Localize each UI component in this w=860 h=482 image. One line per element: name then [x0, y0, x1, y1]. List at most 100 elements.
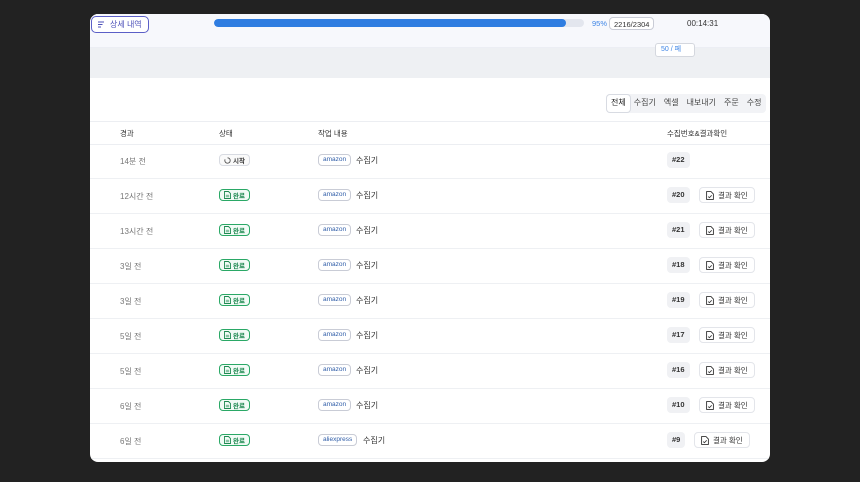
- table-row: 5일 전 완료 amazon 수집기 #16 결과 확인: [90, 353, 770, 389]
- file-check-icon: [706, 225, 714, 235]
- collection-number: #10: [667, 397, 690, 413]
- status-label: 완료: [233, 333, 245, 340]
- view-result-button[interactable]: 결과 확인: [699, 222, 755, 238]
- elapsed-time: 6일 전: [120, 402, 142, 411]
- elapsed-time: 12시간 전: [120, 192, 154, 201]
- status-badge: 완료: [219, 434, 250, 446]
- view-result-button[interactable]: 결과 확인: [699, 362, 755, 378]
- elapsed-time: 14분 전: [120, 157, 146, 166]
- view-result-button[interactable]: 결과 확인: [699, 292, 755, 308]
- view-result-button[interactable]: 결과 확인: [699, 397, 755, 413]
- view-result-label: 결과 확인: [713, 435, 743, 445]
- status-label: 완료: [233, 368, 245, 375]
- table-row: 3일 전 완료 amazon 수집기 #18 결과 확인: [90, 248, 770, 284]
- task-label: 수집기: [356, 226, 379, 235]
- status-badge: 완료: [219, 329, 250, 341]
- filter-tab[interactable]: 수정: [743, 95, 766, 112]
- detail-history-label: 상세 내역: [110, 20, 142, 29]
- document-icon: [224, 401, 231, 409]
- column-task: 작업 내용: [318, 129, 348, 138]
- collection-number: #18: [667, 257, 690, 273]
- site-badge: amazon: [318, 189, 352, 201]
- progress-percent: 95%: [592, 19, 608, 28]
- detail-history-button[interactable]: 상세 내역: [91, 16, 149, 33]
- progress-fill: [214, 19, 566, 27]
- site-badge: amazon: [318, 294, 352, 306]
- task-label: 수집기: [356, 156, 379, 165]
- file-check-icon: [701, 435, 709, 445]
- task-label: 수집기: [356, 296, 379, 305]
- table-header: 경과 상태 작업 내용 수집번호&결과확인: [90, 121, 770, 145]
- table-row: 13시간 전 완료 amazon 수집기 #21 결과 확인: [90, 213, 770, 249]
- filter-tab[interactable]: 수집기: [630, 95, 660, 112]
- elapsed-time: 6일 전: [120, 437, 142, 446]
- filter-tab[interactable]: 주문: [720, 95, 743, 112]
- status-badge: 시작: [219, 154, 250, 166]
- status-label: 완료: [233, 228, 245, 235]
- elapsed-time: 13시간 전: [120, 227, 154, 236]
- site-badge: aliexpress: [318, 434, 358, 446]
- view-result-button[interactable]: 결과 확인: [694, 432, 750, 448]
- progress-count: 2216/2304: [609, 17, 655, 30]
- elapsed-timer: 00:14:31: [687, 19, 719, 28]
- elapsed-time: 3일 전: [120, 262, 142, 271]
- file-check-icon: [706, 260, 714, 270]
- view-result-label: 결과 확인: [718, 295, 748, 305]
- filter-tabs: 전체 수집기 엑셀 내보내기 주문 수정: [606, 94, 767, 113]
- page-size-select[interactable]: 50 / 페: [655, 43, 695, 57]
- collection-number: #17: [667, 327, 690, 343]
- status-label: 완료: [233, 263, 245, 270]
- view-result-label: 결과 확인: [718, 365, 748, 375]
- progress-bar: [214, 19, 584, 27]
- collection-number: #9: [667, 432, 686, 448]
- column-result: 수집번호&결과확인: [667, 129, 728, 138]
- task-label: 수집기: [363, 436, 386, 445]
- status-label: 완료: [233, 438, 245, 445]
- view-result-button[interactable]: 결과 확인: [699, 187, 755, 203]
- status-badge: 완료: [219, 399, 250, 411]
- site-badge: amazon: [318, 259, 352, 271]
- document-icon: [224, 331, 231, 339]
- document-icon: [224, 226, 231, 234]
- task-label: 수집기: [356, 401, 379, 410]
- filter-tab[interactable]: 내보내기: [683, 95, 720, 112]
- table-row: 14분 전 시작 amazon 수집기 #22: [90, 143, 770, 179]
- table-row: 12시간 전 완료 amazon 수집기 #20 결과 확인: [90, 178, 770, 214]
- site-badge: amazon: [318, 399, 352, 411]
- elapsed-time: 3일 전: [120, 297, 142, 306]
- table-row: 5일 전 완료 amazon 수집기 #17 결과 확인: [90, 318, 770, 354]
- status-label: 완료: [233, 193, 245, 200]
- site-badge: amazon: [318, 154, 352, 166]
- document-icon: [224, 296, 231, 304]
- site-badge: amazon: [318, 329, 352, 341]
- view-result-label: 결과 확인: [718, 260, 748, 270]
- view-result-button[interactable]: 결과 확인: [699, 257, 755, 273]
- status-badge: 완료: [219, 189, 250, 201]
- status-badge: 완료: [219, 364, 250, 376]
- spinner-icon: [224, 156, 231, 164]
- status-badge: 완료: [219, 294, 250, 306]
- site-badge: amazon: [318, 224, 352, 236]
- document-icon: [224, 436, 231, 444]
- table-row: 3일 전 완료 amazon 수집기 #19 결과 확인: [90, 283, 770, 319]
- collection-number: #19: [667, 292, 690, 308]
- file-check-icon: [706, 365, 714, 375]
- filter-tab[interactable]: 엑셀: [660, 95, 683, 112]
- column-time: 경과: [120, 129, 134, 138]
- view-result-button[interactable]: 결과 확인: [699, 327, 755, 343]
- task-label: 수집기: [356, 261, 379, 270]
- view-result-label: 결과 확인: [718, 400, 748, 410]
- file-check-icon: [706, 400, 714, 410]
- table-row: 6일 전 완료 aliexpress 수집기 #9 결과 확인: [90, 423, 770, 459]
- site-badge: amazon: [318, 364, 352, 376]
- elapsed-time: 5일 전: [120, 367, 142, 376]
- list-icon: [98, 21, 106, 28]
- file-check-icon: [706, 295, 714, 305]
- table-row: 6일 전 완료 amazon 수집기 #10 결과 확인: [90, 388, 770, 424]
- status-badge: 완료: [219, 259, 250, 271]
- filter-tab[interactable]: 전체: [607, 95, 630, 112]
- task-label: 수집기: [356, 331, 379, 340]
- elapsed-time: 5일 전: [120, 332, 142, 341]
- column-status: 상태: [219, 129, 233, 138]
- view-result-label: 결과 확인: [718, 225, 748, 235]
